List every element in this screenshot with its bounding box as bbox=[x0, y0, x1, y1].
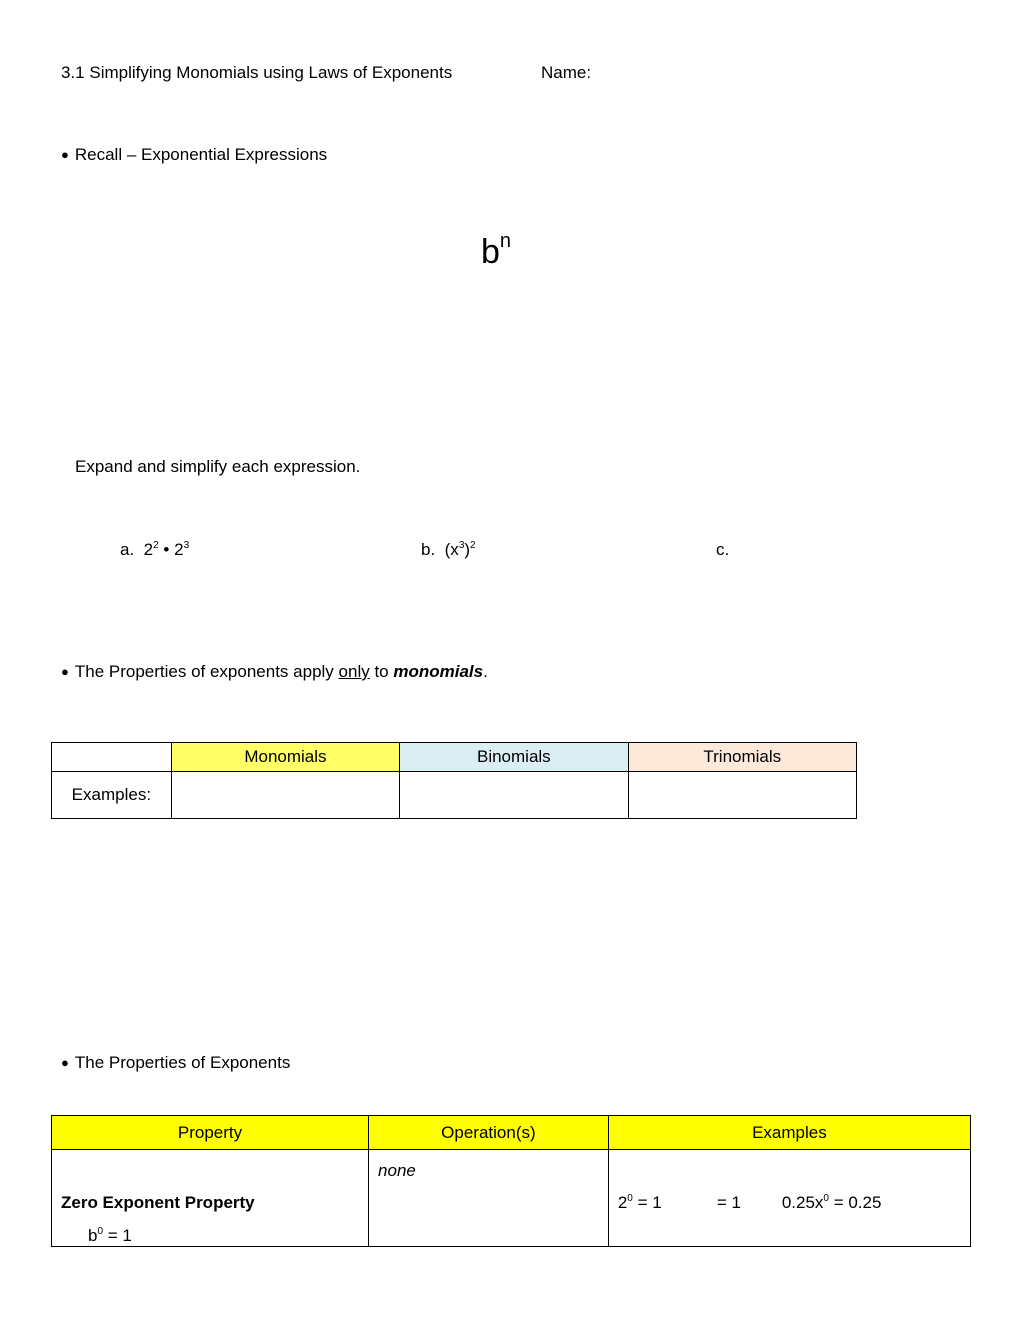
problem-b-open: (x bbox=[444, 540, 459, 559]
problem-a-base2: 2 bbox=[174, 540, 184, 559]
exponential-expression: bn bbox=[481, 230, 512, 272]
binomials-examples-cell[interactable] bbox=[399, 771, 629, 819]
recall-heading-text: Recall – Exponential Expressions bbox=[74, 145, 328, 164]
note-middle: to bbox=[369, 662, 394, 681]
polynomial-types-table: Monomials Binomials Trinomials Examples: bbox=[51, 742, 858, 819]
properties-heading: The Properties of Exponents bbox=[61, 1053, 290, 1074]
example-3: 0.25x0 = 0.25 bbox=[782, 1193, 882, 1213]
note-emphasis: monomials bbox=[393, 662, 484, 681]
note-prefix: The Properties of exponents apply bbox=[74, 662, 339, 681]
property-cell: Zero Exponent Property b0 = 1 bbox=[50, 1149, 370, 1247]
properties-table: Property Operation(s) Examples Zero Expo… bbox=[50, 1115, 972, 1247]
examples-label: Examples: bbox=[51, 771, 172, 819]
monomials-note: The Properties of exponents apply only t… bbox=[61, 662, 488, 683]
problem-b-outer-exp: 2 bbox=[470, 540, 476, 551]
ex1-base: 2 bbox=[617, 1193, 628, 1212]
property-rule: b0 = 1 bbox=[88, 1226, 132, 1246]
header-cell-binomials: Binomials bbox=[399, 742, 629, 772]
recall-heading: Recall – Exponential Expressions bbox=[61, 145, 327, 166]
problem-b-label: b. bbox=[421, 540, 436, 559]
problem-a-exp2: 3 bbox=[183, 540, 190, 551]
properties-heading-text: The Properties of Exponents bbox=[74, 1053, 291, 1072]
operation-cell: none bbox=[368, 1149, 609, 1247]
operation-text: none bbox=[378, 1161, 416, 1180]
header-cell-trinomials: Trinomials bbox=[627, 742, 858, 772]
problem-a-op: • bbox=[163, 540, 170, 559]
problem-a-label: a. bbox=[120, 540, 135, 559]
expression-base: b bbox=[481, 233, 500, 271]
problem-c-label: c. bbox=[716, 540, 730, 559]
examples-cell: 20 = 1 = 1 0.25x0 = 0.25 bbox=[607, 1149, 972, 1247]
header-operations: Operation(s) bbox=[368, 1115, 609, 1150]
table-row: Zero Exponent Property b0 = 1 none 20 = … bbox=[50, 1149, 972, 1247]
property-name: Zero Exponent Property bbox=[61, 1193, 255, 1212]
worksheet-title: 3.1 Simplifying Monomials using Laws of … bbox=[61, 63, 453, 82]
expand-instruction: Expand and simplify each expression. bbox=[75, 457, 361, 476]
ex3-rest: = 0.25 bbox=[828, 1193, 882, 1212]
monomials-examples-cell[interactable] bbox=[170, 771, 401, 819]
name-label: Name: bbox=[541, 63, 592, 82]
rule-rest: = 1 bbox=[103, 1226, 132, 1245]
trinomials-examples-cell[interactable] bbox=[627, 771, 858, 819]
header-cell-blank bbox=[51, 742, 172, 772]
header-cell-monomials: Monomials bbox=[170, 742, 401, 772]
table-header-row: Property Operation(s) Examples bbox=[50, 1115, 972, 1150]
header-examples: Examples bbox=[607, 1115, 972, 1150]
problem-a-exp1: 2 bbox=[153, 540, 159, 551]
problem-a: a. 22 • 23 bbox=[120, 540, 189, 560]
ex1-rest: = 1 bbox=[632, 1193, 662, 1212]
problem-a-base1: 2 bbox=[143, 540, 154, 559]
table-header-row: Monomials Binomials Trinomials bbox=[51, 742, 858, 772]
problem-c: c. bbox=[716, 540, 729, 560]
problem-b: b. (x3)2 bbox=[421, 540, 476, 560]
example-1: 20 = 1 bbox=[618, 1193, 662, 1213]
example-2: = 1 bbox=[716, 1193, 741, 1212]
note-underlined: only bbox=[338, 662, 370, 681]
note-suffix: . bbox=[483, 662, 488, 681]
expression-exponent: n bbox=[499, 230, 512, 252]
header-property: Property bbox=[50, 1115, 370, 1150]
ex3-base: 0.25x bbox=[781, 1193, 824, 1212]
table-row: Examples: bbox=[51, 771, 858, 819]
